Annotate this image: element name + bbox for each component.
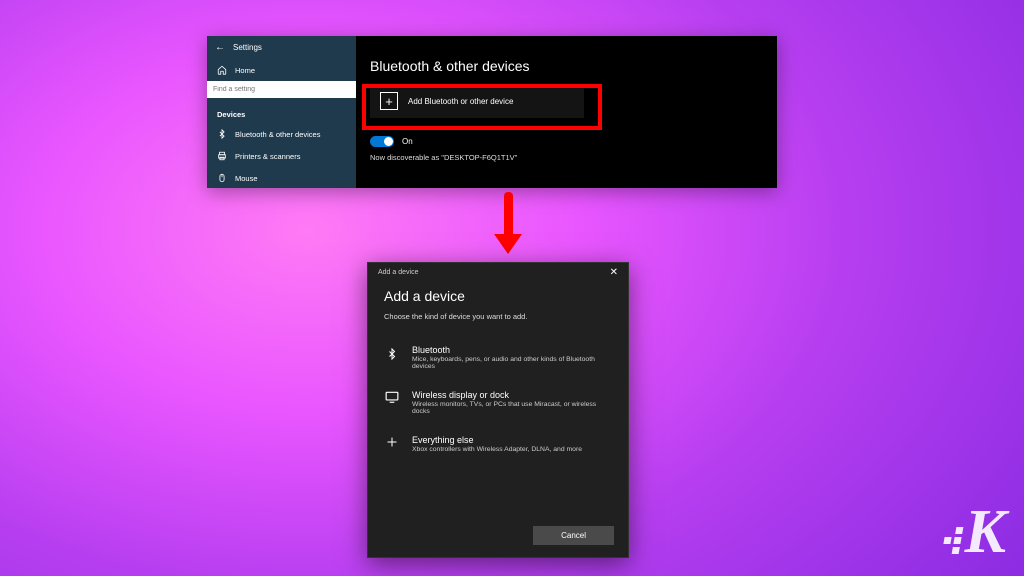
page-title: Bluetooth & other devices: [370, 58, 763, 74]
settings-content: Bluetooth & other devices + Add Bluetoot…: [356, 36, 777, 188]
home-icon: [217, 65, 227, 75]
annotation-arrow-down: [494, 192, 522, 254]
dialog-titlebar: Add a device ✕: [368, 263, 628, 280]
mouse-icon: [217, 173, 227, 183]
app-title: Settings: [233, 43, 262, 52]
cancel-button[interactable]: Cancel: [533, 526, 614, 545]
add-device-label: Add Bluetooth or other device: [408, 97, 513, 106]
sidebar-item-label: Mouse: [235, 174, 258, 183]
brand-logo: K: [944, 497, 1006, 568]
sidebar-item-label: Bluetooth & other devices: [235, 130, 320, 139]
settings-window: ← Settings Home Devices Bluetooth & othe…: [207, 36, 777, 188]
sidebar-item-printers[interactable]: Printers & scanners: [207, 145, 356, 167]
logo-dots-icon: [941, 527, 963, 554]
monitor-icon: [384, 390, 400, 415]
bluetooth-toggle[interactable]: [370, 136, 394, 147]
add-device-dialog: Add a device ✕ Add a device Choose the k…: [367, 262, 629, 558]
bluetooth-toggle-row: On: [370, 136, 763, 147]
sidebar-item-label: Printers & scanners: [235, 152, 300, 161]
option-everything-else[interactable]: Everything else Xbox controllers with Wi…: [384, 429, 612, 467]
logo-letter: K: [965, 497, 1006, 568]
search-box: [207, 81, 356, 98]
close-icon[interactable]: ✕: [606, 267, 622, 278]
option-desc: Wireless monitors, TVs, or PCs that use …: [412, 401, 612, 415]
discoverable-text: Now discoverable as "DESKTOP-F6Q1T1V": [370, 153, 763, 162]
option-title: Wireless display or dock: [412, 390, 612, 400]
settings-sidebar: ← Settings Home Devices Bluetooth & othe…: [207, 36, 356, 188]
option-bluetooth[interactable]: Bluetooth Mice, keyboards, pens, or audi…: [384, 339, 612, 384]
option-desc: Xbox controllers with Wireless Adapter, …: [412, 446, 582, 453]
back-arrow-icon[interactable]: ←: [215, 42, 225, 53]
add-bluetooth-device-button[interactable]: + Add Bluetooth or other device: [370, 84, 584, 118]
plus-icon: [384, 435, 400, 453]
option-title: Bluetooth: [412, 345, 612, 355]
printer-icon: [217, 151, 227, 161]
toggle-state-label: On: [402, 137, 413, 146]
dialog-subheading: Choose the kind of device you want to ad…: [384, 312, 612, 321]
toggle-knob: [384, 137, 393, 146]
sidebar-item-bluetooth[interactable]: Bluetooth & other devices: [207, 123, 356, 145]
option-desc: Mice, keyboards, pens, or audio and othe…: [412, 356, 612, 370]
settings-titlebar: ← Settings: [207, 38, 356, 59]
sidebar-item-home[interactable]: Home: [207, 59, 356, 81]
dialog-title: Add a device: [378, 269, 418, 276]
dialog-footer: Cancel: [368, 518, 628, 557]
option-title: Everything else: [412, 435, 582, 445]
sidebar-category-devices: Devices: [207, 102, 356, 123]
option-wireless-display[interactable]: Wireless display or dock Wireless monito…: [384, 384, 612, 429]
dialog-heading: Add a device: [384, 288, 612, 304]
sidebar-item-mouse[interactable]: Mouse: [207, 167, 356, 188]
plus-icon: +: [380, 92, 398, 110]
search-input[interactable]: [207, 81, 356, 98]
home-label: Home: [235, 66, 255, 75]
bluetooth-icon: [384, 345, 400, 370]
dialog-body: Add a device Choose the kind of device y…: [368, 280, 628, 518]
bluetooth-icon: [217, 129, 227, 139]
